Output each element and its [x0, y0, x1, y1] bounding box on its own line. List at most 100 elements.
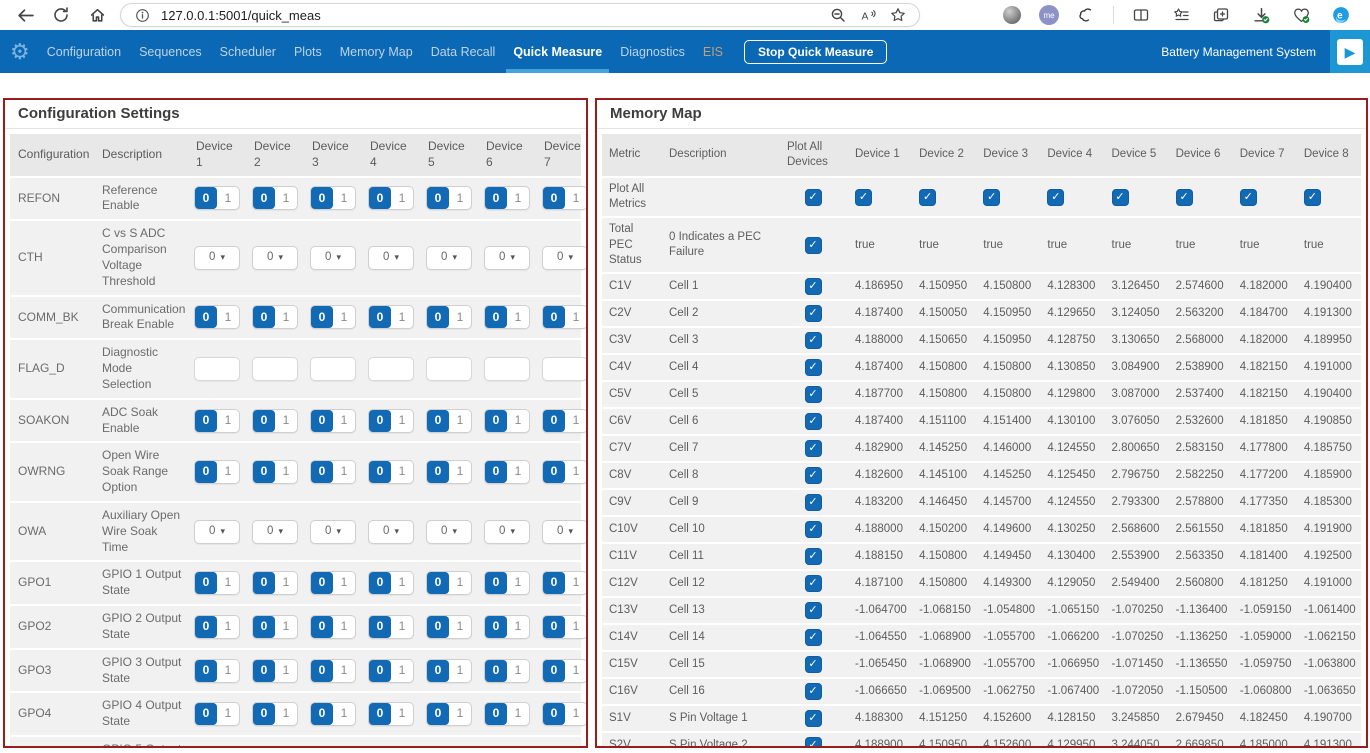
checkbox-plot-all-s1v[interactable]: ✓ — [805, 710, 822, 727]
toggle-gpo1-device-6[interactable]: 01 — [484, 571, 530, 595]
toggle-option-1[interactable]: 1 — [565, 306, 587, 328]
toggle-option-1[interactable]: 1 — [217, 410, 239, 432]
select-cth-device-1[interactable]: 0▾ — [194, 246, 240, 270]
toggle-option-1[interactable]: 1 — [507, 616, 529, 638]
toggle-option-1[interactable]: 1 — [565, 616, 587, 638]
url-text[interactable]: 127.0.0.1:5001/quick_meas — [161, 8, 321, 23]
toggle-option-0[interactable]: 0 — [369, 616, 391, 638]
toggle-option-1[interactable]: 1 — [275, 410, 297, 432]
toggle-option-1[interactable]: 1 — [275, 703, 297, 725]
input-flag-d-device-7[interactable] — [542, 357, 588, 381]
toggle-option-1[interactable]: 1 — [565, 747, 587, 748]
toggle-option-0[interactable]: 0 — [369, 747, 391, 748]
toggle-option-0[interactable]: 0 — [253, 461, 275, 483]
toggle-option-1[interactable]: 1 — [391, 703, 413, 725]
address-bar[interactable]: 127.0.0.1:5001/quick_meas A — [120, 3, 920, 27]
toggle-option-1[interactable]: 1 — [391, 306, 413, 328]
checkbox-plot-all-c6v[interactable]: ✓ — [805, 413, 822, 430]
toggle-option-0[interactable]: 0 — [485, 747, 507, 748]
site-info-icon[interactable] — [131, 5, 153, 25]
select-owa-device-4[interactable]: 0▾ — [368, 520, 414, 544]
checkbox-plot-all-metrics-device-8[interactable]: ✓ — [1304, 189, 1321, 206]
toggle-comm-bk-device-3[interactable]: 01 — [310, 305, 356, 329]
input-flag-d-device-2[interactable] — [252, 357, 298, 381]
nav-item-scheduler[interactable]: Scheduler — [211, 30, 285, 73]
toggle-soakon-device-2[interactable]: 01 — [252, 409, 298, 433]
checkbox-plot-all-c11v[interactable]: ✓ — [805, 548, 822, 565]
toggle-option-1[interactable]: 1 — [217, 572, 239, 594]
toggle-refon-device-5[interactable]: 01 — [426, 186, 472, 210]
toggle-option-0[interactable]: 0 — [195, 187, 217, 209]
toggle-option-1[interactable]: 1 — [507, 660, 529, 682]
stop-quick-measure-button[interactable]: Stop Quick Measure — [744, 40, 887, 64]
toggle-option-0[interactable]: 0 — [543, 703, 565, 725]
toggle-refon-device-1[interactable]: 01 — [194, 186, 240, 210]
toggle-option-0[interactable]: 0 — [253, 616, 275, 638]
checkbox-plot-all-c2v[interactable]: ✓ — [805, 305, 822, 322]
checkbox-plot-all-c7v[interactable]: ✓ — [805, 440, 822, 457]
toggle-gpo2-device-5[interactable]: 01 — [426, 615, 472, 639]
checkbox-plot-all-metrics-device-3[interactable]: ✓ — [983, 189, 1000, 206]
favorites-bar-icon[interactable] — [1168, 4, 1194, 26]
toggle-gpo1-device-4[interactable]: 01 — [368, 571, 414, 595]
toggle-option-1[interactable]: 1 — [217, 306, 239, 328]
toggle-soakon-device-5[interactable]: 01 — [426, 409, 472, 433]
toggle-gpo3-device-4[interactable]: 01 — [368, 659, 414, 683]
input-flag-d-device-6[interactable] — [484, 357, 530, 381]
nav-item-eis[interactable]: EIS — [694, 30, 732, 73]
toggle-option-1[interactable]: 1 — [333, 572, 355, 594]
toggle-gpo4-device-4[interactable]: 01 — [368, 702, 414, 726]
checkbox-plot-all-c3v[interactable]: ✓ — [805, 332, 822, 349]
toggle-gpo5-device-1[interactable]: 01 — [194, 746, 240, 748]
toggle-option-1[interactable]: 1 — [449, 572, 471, 594]
split-screen-icon[interactable] — [1128, 4, 1154, 26]
checkbox-plot-all-c5v[interactable]: ✓ — [805, 386, 822, 403]
toggle-option-1[interactable]: 1 — [391, 660, 413, 682]
nav-item-diagnostics[interactable]: Diagnostics — [611, 30, 694, 73]
select-cth-device-4[interactable]: 0▾ — [368, 246, 414, 270]
toggle-option-0[interactable]: 0 — [485, 187, 507, 209]
toggle-option-0[interactable]: 0 — [485, 410, 507, 432]
toggle-option-0[interactable]: 0 — [253, 410, 275, 432]
toggle-gpo2-device-2[interactable]: 01 — [252, 615, 298, 639]
toggle-option-1[interactable]: 1 — [565, 461, 587, 483]
toggle-gpo1-device-7[interactable]: 01 — [542, 571, 588, 595]
toggle-option-1[interactable]: 1 — [507, 747, 529, 748]
toggle-soakon-device-3[interactable]: 01 — [310, 409, 356, 433]
toggle-option-1[interactable]: 1 — [275, 306, 297, 328]
extension-icon[interactable] — [1073, 4, 1099, 26]
checkbox-plot-all-c9v[interactable]: ✓ — [805, 494, 822, 511]
toggle-gpo4-device-3[interactable]: 01 — [310, 702, 356, 726]
toggle-option-0[interactable]: 0 — [311, 747, 333, 748]
toggle-gpo5-device-3[interactable]: 01 — [310, 746, 356, 748]
toggle-option-0[interactable]: 0 — [427, 572, 449, 594]
settings-gear-icon[interactable]: ⚙ — [10, 30, 38, 73]
toggle-option-0[interactable]: 0 — [311, 461, 333, 483]
toggle-option-1[interactable]: 1 — [217, 187, 239, 209]
select-cth-device-7[interactable]: 0▾ — [542, 246, 588, 270]
toggle-option-1[interactable]: 1 — [217, 703, 239, 725]
checkbox-plot-all-c10v[interactable]: ✓ — [805, 521, 822, 538]
toggle-option-1[interactable]: 1 — [449, 616, 471, 638]
toggle-option-1[interactable]: 1 — [507, 410, 529, 432]
checkbox-plot-all-c1v[interactable]: ✓ — [805, 278, 822, 295]
toggle-gpo1-device-2[interactable]: 01 — [252, 571, 298, 595]
toggle-owrng-device-6[interactable]: 01 — [484, 460, 530, 484]
toggle-comm-bk-device-7[interactable]: 01 — [542, 305, 588, 329]
toggle-gpo1-device-1[interactable]: 01 — [194, 571, 240, 595]
select-owa-device-7[interactable]: 0▾ — [542, 520, 588, 544]
toggle-option-0[interactable]: 0 — [543, 747, 565, 748]
toggle-option-0[interactable]: 0 — [195, 572, 217, 594]
select-cth-device-5[interactable]: 0▾ — [426, 246, 472, 270]
toggle-option-0[interactable]: 0 — [195, 616, 217, 638]
toggle-gpo5-device-5[interactable]: 01 — [426, 746, 472, 748]
checkbox-plot-all-c16v[interactable]: ✓ — [805, 683, 822, 700]
toggle-option-0[interactable]: 0 — [195, 461, 217, 483]
toggle-option-1[interactable]: 1 — [333, 461, 355, 483]
toggle-option-0[interactable]: 0 — [195, 306, 217, 328]
collections-icon[interactable] — [1208, 4, 1234, 26]
toggle-option-0[interactable]: 0 — [195, 410, 217, 432]
toggle-option-1[interactable]: 1 — [449, 410, 471, 432]
toggle-option-0[interactable]: 0 — [311, 306, 333, 328]
toggle-option-0[interactable]: 0 — [369, 187, 391, 209]
